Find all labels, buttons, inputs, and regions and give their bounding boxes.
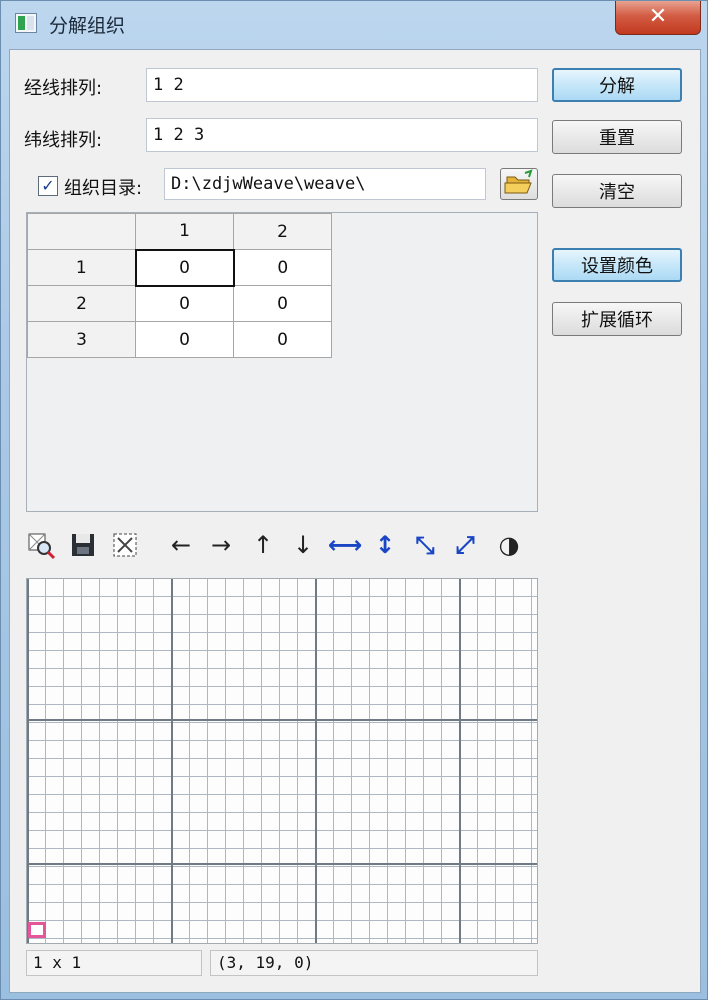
weft-label: 纬线排列: [24,130,103,151]
pattern-toolbar: ← → ↑ ↓ ⟷ ↕ ⤡ ⤢ ◑ [26,524,538,570]
flip-vertical-icon[interactable]: ↕ [370,530,400,560]
table-cell[interactable]: 0 [135,321,234,358]
close-button[interactable]: ✕ [615,1,701,35]
weave-table: 1 2 1 0 0 2 0 0 3 0 0 [27,213,332,358]
table-row: 3 0 0 [27,321,332,358]
browse-folder-button[interactable] [500,168,538,200]
window-title: 分解组织 [49,15,126,37]
table-row: 1 0 0 [27,248,332,287]
folder-open-icon [504,169,533,194]
weave-dir-label: 组织目录: [64,178,143,199]
table-cell[interactable]: 0 [233,321,332,358]
table-cell[interactable]: 0 [233,285,332,322]
weave-dir-checkbox[interactable]: ✓ [38,176,58,196]
zoom-search-icon[interactable] [26,530,56,560]
decompose-button[interactable]: 分解 [552,68,682,102]
diagonal-down-icon[interactable]: ⤡ [410,530,440,560]
app-icon [15,13,37,33]
col-header: 2 [233,213,332,250]
arrow-left-icon[interactable]: ← [166,530,196,560]
row-header: 2 [27,285,136,322]
fit-icon[interactable] [110,530,140,560]
clear-button[interactable]: 清空 [552,174,682,208]
weave-table-panel: 1 2 1 0 0 2 0 0 3 0 0 [26,212,538,512]
diagonal-up-icon[interactable]: ⤢ [450,530,480,560]
grid-cursor-cell [28,922,46,938]
flip-horizontal-icon[interactable]: ⟷ [328,530,362,560]
save-icon[interactable] [68,530,98,560]
table-cell[interactable]: 0 [134,248,235,287]
arrow-down-icon[interactable]: ↓ [288,530,318,560]
table-corner [27,213,136,250]
status-size: 1 x 1 [26,950,202,976]
invert-icon[interactable]: ◑ [494,530,524,560]
table-cell[interactable]: 0 [135,285,234,322]
status-coords: (3, 19, 0) [210,950,538,976]
weft-input[interactable] [146,118,538,152]
warp-label: 经线排列: [24,78,103,99]
table-cell[interactable]: 0 [233,249,332,286]
weave-pattern-grid[interactable] [26,578,538,944]
title-bar[interactable]: 分解组织 ✕ [1,1,707,47]
reset-button[interactable]: 重置 [552,120,682,154]
row-header: 1 [27,249,136,286]
dialog-body: 经线排列: 分解 纬线排列: 重置 ✓ 组织目录: 清空 设置颜色 扩展循环 1 [9,49,701,993]
decompose-weave-window: 分解组织 ✕ 经线排列: 分解 纬线排列: 重置 ✓ 组织目录: 清空 设置颜色… [0,0,708,1000]
row-header: 3 [27,321,136,358]
expand-loop-button[interactable]: 扩展循环 [552,302,682,336]
weave-dir-input[interactable] [164,168,486,200]
arrow-right-icon[interactable]: → [206,530,236,560]
warp-input[interactable] [146,68,538,102]
arrow-up-icon[interactable]: ↑ [248,530,278,560]
set-color-button[interactable]: 设置颜色 [552,248,682,282]
table-row: 2 0 0 [27,285,332,322]
col-header: 1 [135,213,234,250]
